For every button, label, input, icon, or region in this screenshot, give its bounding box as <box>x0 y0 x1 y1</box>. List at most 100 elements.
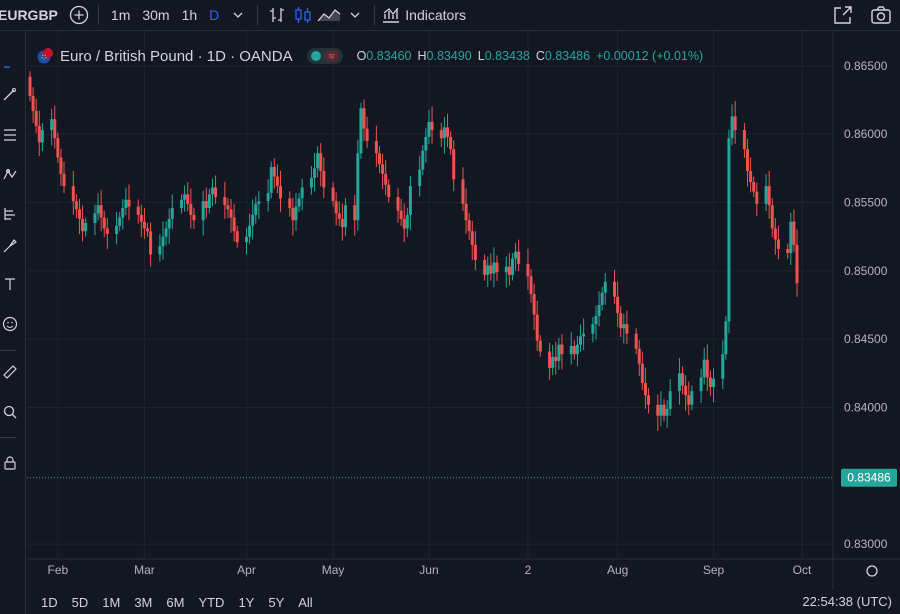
candle-body <box>483 259 487 275</box>
symbol-search-button[interactable]: EURGBP <box>0 0 66 31</box>
candle-body <box>374 141 378 154</box>
bar-chart-type-button[interactable] <box>264 0 290 31</box>
candle-body <box>742 130 746 150</box>
interval-1h-button[interactable]: 1h <box>176 0 204 31</box>
utc-clock[interactable]: 22:54:38 (UTC) <box>802 594 892 609</box>
text-tool-icon[interactable] <box>2 276 18 292</box>
candle-body <box>71 186 75 202</box>
candle-body <box>161 236 165 247</box>
range-5y-button[interactable]: 5Y <box>260 595 290 610</box>
interval-30m-button[interactable]: 30m <box>136 0 175 31</box>
current-price-label: 0.83486 <box>847 471 891 485</box>
candle-body <box>668 391 672 409</box>
range-3m-button[interactable]: 3M <box>126 595 158 610</box>
candle-body <box>343 205 347 228</box>
candle-body <box>183 194 187 200</box>
emoji-icon[interactable] <box>2 316 18 332</box>
candle-body <box>752 182 756 192</box>
crosshair-icon[interactable] <box>2 59 18 75</box>
range-6m-button[interactable]: 6M <box>158 595 190 610</box>
candle-body <box>514 251 518 259</box>
indicators-icon <box>383 7 400 23</box>
brush-icon[interactable] <box>2 238 18 254</box>
candle-body <box>279 186 283 199</box>
candles-icon <box>295 7 311 23</box>
candle-body <box>421 150 425 170</box>
candle-body <box>62 173 66 187</box>
candle-body <box>99 205 103 218</box>
trend-line-icon[interactable] <box>2 86 18 102</box>
fib-retracement-icon[interactable] <box>2 127 18 143</box>
candle-body <box>467 220 471 232</box>
candle-body <box>297 198 301 207</box>
candle-body <box>625 324 629 334</box>
candle-body <box>594 315 598 325</box>
candle-body <box>452 149 456 180</box>
candle-body <box>600 292 604 305</box>
chevron-down-icon <box>350 12 360 18</box>
range-1y-button[interactable]: 1Y <box>230 595 260 610</box>
range-1m-button[interactable]: 1M <box>94 595 126 610</box>
candle-body <box>384 173 388 185</box>
time-label: 2 <box>525 563 532 577</box>
market-status-badge[interactable]: ≋ <box>306 48 343 64</box>
candle-body <box>257 201 261 204</box>
interval-dropdown-button[interactable] <box>225 0 251 31</box>
candle-body <box>495 262 499 273</box>
open-label: O <box>356 49 367 63</box>
candle-body <box>37 125 41 143</box>
ruler-icon[interactable] <box>2 364 18 380</box>
candle-body <box>186 194 190 204</box>
interval-1m-button[interactable]: 1m <box>105 0 136 31</box>
symbol-title[interactable]: Euro / British Pound · 1D · OANDA <box>60 48 293 65</box>
candle-body <box>353 205 357 221</box>
zoom-icon[interactable] <box>2 404 18 420</box>
interval-d-button[interactable]: D <box>203 0 225 31</box>
candles-chart-type-button[interactable] <box>290 0 316 31</box>
indicators-label: Indicators <box>405 7 466 23</box>
candle-body <box>226 205 230 210</box>
candle-body <box>721 354 725 379</box>
candle-body <box>251 214 255 226</box>
candle-body <box>464 203 468 221</box>
candle-body <box>634 333 638 349</box>
candle-body <box>232 217 236 232</box>
candle-body <box>77 209 81 219</box>
indicators-button[interactable]: Indicators <box>381 0 466 31</box>
price-chart[interactable]: 0.86500 0.86000 0.85500 0.85000 0.84500 0.840… <box>27 31 900 590</box>
candle-body <box>656 404 660 416</box>
candle-body <box>142 221 146 229</box>
candle-body <box>489 265 493 274</box>
candle-body <box>603 281 607 293</box>
candle-body <box>399 210 403 219</box>
fullscreen-button[interactable] <box>830 0 856 31</box>
compare-symbol-button[interactable] <box>66 0 92 31</box>
chart-type-dropdown-button[interactable] <box>342 0 368 31</box>
candle-body <box>275 176 279 187</box>
patterns-icon[interactable] <box>2 167 18 183</box>
snapshot-button[interactable] <box>868 0 894 31</box>
candle-body <box>34 110 38 126</box>
candle-body <box>597 305 601 316</box>
candle-body <box>170 207 174 219</box>
range-5d-button[interactable]: 5D <box>64 595 95 610</box>
candle-body <box>192 214 196 221</box>
lock-icon[interactable] <box>2 455 18 471</box>
candle-body <box>204 201 208 208</box>
range-all-button[interactable]: All <box>290 595 318 610</box>
candle-body <box>659 404 663 416</box>
candle-body <box>139 214 143 222</box>
candle-body <box>662 404 666 416</box>
range-1d-button[interactable]: 1D <box>27 595 64 610</box>
candle-body <box>677 373 681 392</box>
range-ytd-button[interactable]: YTD <box>190 595 230 610</box>
candle-body <box>105 228 109 234</box>
candle-body <box>365 128 369 141</box>
candle-body <box>727 138 731 322</box>
candle-body <box>59 157 63 174</box>
candle-body <box>387 184 391 198</box>
prediction-icon[interactable] <box>2 206 18 222</box>
candle-body <box>408 186 412 215</box>
settings-gear-icon[interactable] <box>866 565 878 577</box>
area-chart-type-button[interactable] <box>316 0 342 31</box>
